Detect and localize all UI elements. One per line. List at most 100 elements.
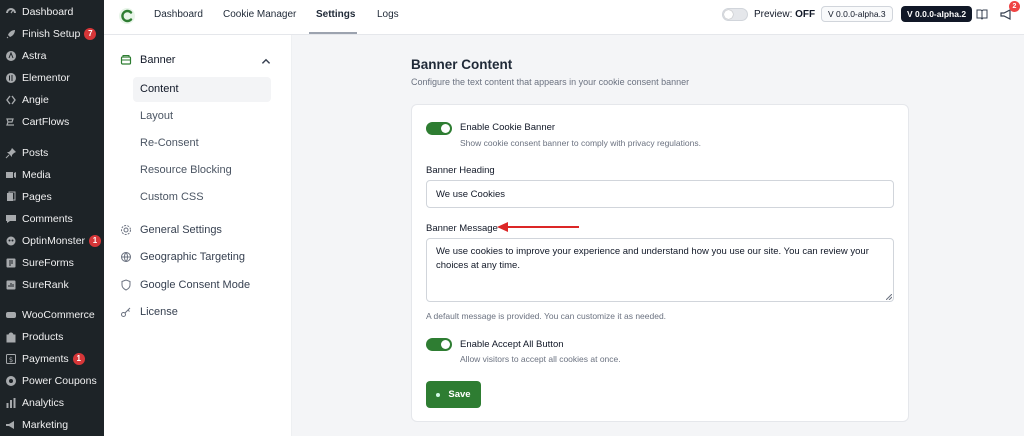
page-description: Configure the text content that appears … [411,77,690,87]
wp-menu-label: SureRank [22,279,69,291]
wp-menu-products[interactable]: Products [0,326,104,348]
wp-menu-label: Power Coupons [22,375,97,387]
nav-item-label: License [140,306,178,318]
svg-text:$: $ [9,356,13,364]
products-icon [0,331,22,343]
nav-sub-layout[interactable]: Layout [133,104,271,129]
nav-item-general-settings[interactable]: General Settings [120,221,280,239]
rocket-icon [0,28,22,40]
preview-label: Preview: OFF [754,9,815,20]
wp-admin-sidebar: Dashboard Finish Setup 7 Astra Elementor… [0,0,104,436]
wp-menu-sureforms[interactable]: SureForms [0,252,104,274]
wp-menu-label: Marketing [22,419,69,431]
wp-menu-label: Analytics [22,397,65,409]
enable-cookie-banner-toggle[interactable] [426,122,452,135]
wp-menu-label: Media [22,169,51,181]
astra-icon [0,50,22,62]
nav-item-geographic-targeting[interactable]: Geographic Targeting [120,248,280,266]
dashboard-icon [0,6,22,18]
active-tab-underline [309,32,357,34]
wp-menu-finish-setup[interactable]: Finish Setup 7 [0,23,104,45]
nav-group-banner[interactable]: Banner [120,51,280,69]
wp-menu-cartflows[interactable]: CartFlows [0,111,104,133]
tab-settings[interactable]: Settings [316,0,355,35]
nav-item-label: General Settings [140,224,222,236]
enable-cookie-banner-label: Enable Cookie Banner [460,122,556,133]
wp-menu-label: Posts [22,147,49,159]
wp-menu-label: OptinMonster [22,235,86,247]
nav-item-label: Google Consent Mode [140,279,251,291]
wp-menu-label: Finish Setup [22,28,81,40]
wp-menu-label: Products [22,331,64,343]
nav-sub-re-consent[interactable]: Re-Consent [133,131,271,156]
preview-state: OFF [795,9,816,20]
tab-cookie-manager[interactable]: Cookie Manager [223,0,296,35]
wp-menu-comments[interactable]: Comments [0,208,104,230]
resize-grip-icon[interactable] [886,294,892,300]
wp-menu-label: SureForms [22,257,74,269]
plugin-topbar: Dashboard Cookie Manager Settings Logs P… [104,0,1024,35]
banner-heading-input[interactable] [426,180,894,208]
wp-menu-elementor[interactable]: Elementor [0,67,104,89]
pages-icon [0,191,22,203]
gear-icon [121,225,131,235]
banner-message-textarea[interactable]: We use cookies to improve your experienc… [426,238,894,302]
page-title: Banner Content [411,57,513,72]
wp-menu-label: Comments [22,213,73,225]
enable-cookie-banner-help: Show cookie consent banner to comply wit… [460,138,701,148]
elementor-icon [0,72,22,84]
version-badge-latest[interactable]: V 0.0.0-alpha.2 [901,6,973,22]
wp-menu-label: Pages [22,191,52,203]
angie-icon [0,94,22,106]
nav-sub-custom-css[interactable]: Custom CSS [133,185,271,210]
tab-logs[interactable]: Logs [377,0,399,35]
wp-menu-posts[interactable]: Posts [0,142,104,164]
wp-menu-woocommerce[interactable]: WooCommerce [0,304,104,326]
nav-sub-resource-blocking[interactable]: Resource Blocking [133,158,271,183]
wp-menu-astra[interactable]: Astra [0,45,104,67]
nav-item-license[interactable]: License [120,303,280,321]
surerank-icon [0,279,22,291]
main-content: Banner Content Configure the text conten… [292,35,1024,436]
cartflows-icon [0,116,22,128]
chevron-up-icon[interactable] [260,55,272,67]
enable-accept-all-toggle[interactable] [426,338,452,351]
save-button[interactable]: Save [426,381,481,408]
wp-menu-dashboard[interactable]: Dashboard [0,1,104,23]
shield-icon [121,279,131,291]
globe-icon [121,252,131,262]
wp-menu-marketing[interactable]: Marketing [0,414,104,436]
plugin-logo-icon[interactable] [118,7,136,25]
banner-message-help: A default message is provided. You can c… [426,311,667,321]
wp-menu-label: Astra [22,50,47,62]
key-icon [121,307,131,317]
wp-menu-analytics[interactable]: Analytics [0,392,104,414]
megaphone-icon [0,419,22,431]
wp-menu-pages[interactable]: Pages [0,186,104,208]
wp-menu-label: Dashboard [22,6,74,18]
nav-sub-content[interactable]: Content [133,77,271,102]
pin-icon [0,147,22,159]
coupon-icon [0,375,22,387]
wp-menu-optinmonster[interactable]: OptinMonster 1 [0,230,104,252]
banner-message-label: Banner Message [426,223,498,234]
docs-icon[interactable] [976,8,988,20]
enable-accept-all-label: Enable Accept All Button [460,339,564,350]
preview-toggle[interactable] [722,8,748,21]
version-badge-current[interactable]: V 0.0.0-alpha.3 [821,6,893,22]
nav-item-google-consent-mode[interactable]: Google Consent Mode [120,276,280,294]
nav-item-label: Geographic Targeting [140,251,245,263]
payments-icon: $ [0,353,22,365]
wp-menu-power-coupons[interactable]: Power Coupons [0,370,104,392]
count-badge: 1 [89,235,102,247]
annotation-arrow-icon [497,222,579,232]
tab-dashboard[interactable]: Dashboard [154,0,203,35]
nav-group-label: Banner [140,54,176,66]
wp-menu-media[interactable]: Media [0,164,104,186]
wp-menu-angie[interactable]: Angie [0,89,104,111]
wp-menu-label: WooCommerce [22,309,95,321]
enable-accept-all-help: Allow visitors to accept all cookies at … [460,354,621,364]
wp-menu-payments[interactable]: $ Payments 1 [0,348,104,370]
banner-icon [120,55,132,65]
wp-menu-surerank[interactable]: SureRank [0,274,104,296]
